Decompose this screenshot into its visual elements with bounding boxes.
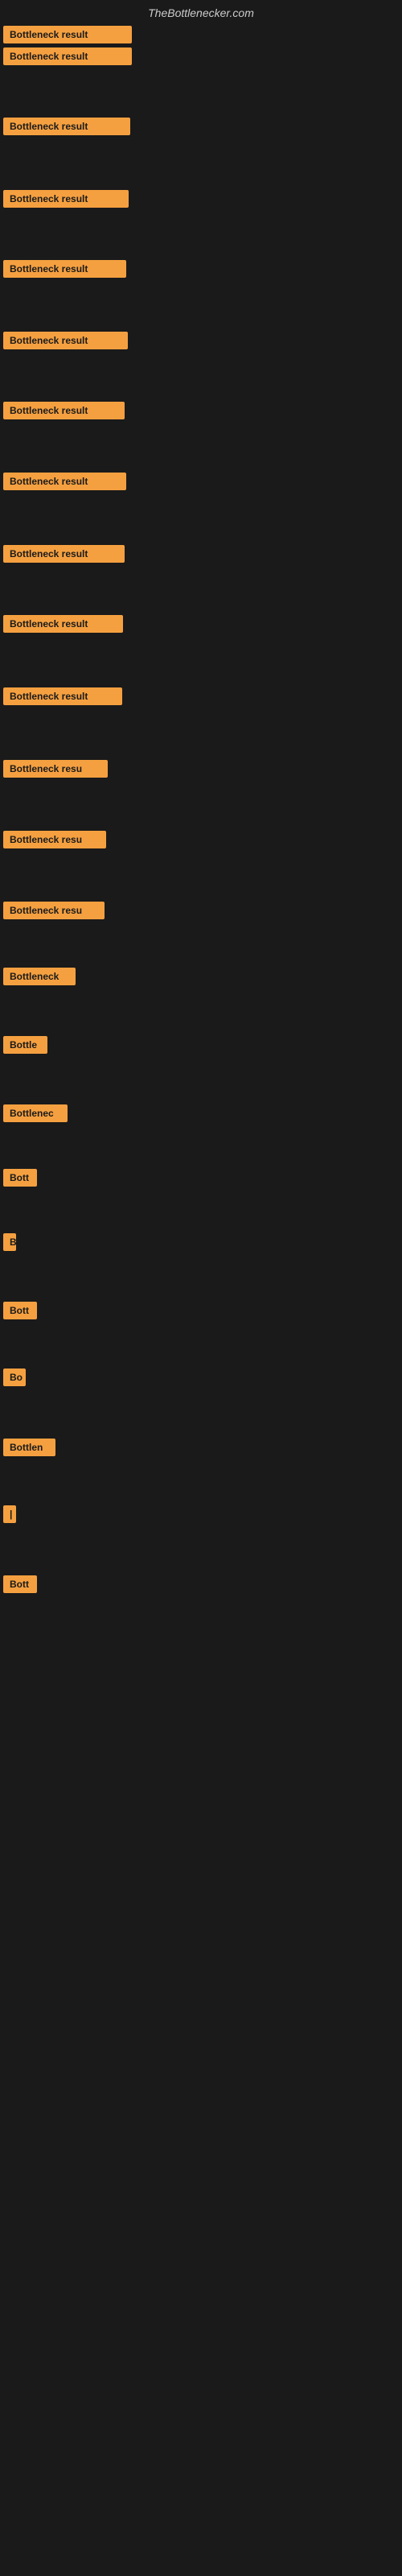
- bottleneck-badge-8[interactable]: Bottleneck result: [3, 473, 126, 490]
- bottleneck-badge-20[interactable]: Bott: [3, 1302, 37, 1319]
- bottleneck-item-19: B: [0, 1232, 19, 1257]
- bottleneck-badge-1[interactable]: Bottleneck result: [3, 26, 132, 43]
- bottleneck-item-20: Bott: [0, 1300, 40, 1325]
- bottleneck-badge-19[interactable]: B: [3, 1233, 16, 1251]
- bottleneck-item-7: Bottleneck result: [0, 400, 128, 425]
- bottleneck-badge-13[interactable]: Bottleneck resu: [3, 831, 106, 848]
- bottleneck-badge-11[interactable]: Bottleneck result: [3, 687, 122, 705]
- bottleneck-badge-14[interactable]: Bottleneck resu: [3, 902, 105, 919]
- bottleneck-item-2: Bottleneck result: [0, 46, 135, 71]
- bottleneck-badge-18[interactable]: Bott: [3, 1169, 37, 1187]
- bottleneck-badge-15[interactable]: Bottleneck: [3, 968, 76, 985]
- bottleneck-item-16: Bottle: [0, 1034, 51, 1059]
- bottleneck-badge-23[interactable]: |: [3, 1505, 16, 1523]
- bottleneck-badge-10[interactable]: Bottleneck result: [3, 615, 123, 633]
- bottleneck-badge-21[interactable]: Bo: [3, 1368, 26, 1386]
- bottleneck-item-14: Bottleneck resu: [0, 900, 108, 925]
- bottleneck-badge-17[interactable]: Bottlenec: [3, 1104, 68, 1122]
- bottleneck-badge-6[interactable]: Bottleneck result: [3, 332, 128, 349]
- bottleneck-item-5: Bottleneck result: [0, 258, 129, 283]
- bottleneck-badge-3[interactable]: Bottleneck result: [3, 118, 130, 135]
- bottleneck-badge-16[interactable]: Bottle: [3, 1036, 47, 1054]
- page-wrapper: TheBottlenecker.com Bottleneck resultBot…: [0, 0, 402, 2576]
- bottleneck-item-23: |: [0, 1504, 19, 1529]
- bottleneck-item-18: Bott: [0, 1167, 40, 1192]
- bottleneck-item-8: Bottleneck result: [0, 471, 129, 496]
- bottleneck-badge-2[interactable]: Bottleneck result: [3, 47, 132, 65]
- bottleneck-badge-24[interactable]: Bott: [3, 1575, 37, 1593]
- bottleneck-badge-9[interactable]: Bottleneck result: [3, 545, 125, 563]
- bottleneck-badge-5[interactable]: Bottleneck result: [3, 260, 126, 278]
- bottleneck-item-3: Bottleneck result: [0, 116, 133, 141]
- bottleneck-item-24: Bott: [0, 1574, 40, 1599]
- bottleneck-item-13: Bottleneck resu: [0, 829, 109, 854]
- bottleneck-item-11: Bottleneck result: [0, 686, 125, 711]
- bottleneck-badge-12[interactable]: Bottleneck resu: [3, 760, 108, 778]
- bottleneck-badge-22[interactable]: Bottlen: [3, 1439, 55, 1456]
- bottleneck-item-6: Bottleneck result: [0, 330, 131, 355]
- bottleneck-badge-7[interactable]: Bottleneck result: [3, 402, 125, 419]
- bottleneck-badge-4[interactable]: Bottleneck result: [3, 190, 129, 208]
- bottleneck-item-17: Bottlenec: [0, 1103, 71, 1128]
- bottleneck-item-10: Bottleneck result: [0, 613, 126, 638]
- bottleneck-item-22: Bottlen: [0, 1437, 59, 1462]
- bottleneck-item-15: Bottleneck: [0, 966, 79, 991]
- bottleneck-item-21: Bo: [0, 1367, 29, 1392]
- bottleneck-item-9: Bottleneck result: [0, 543, 128, 568]
- bottleneck-item-4: Bottleneck result: [0, 188, 132, 213]
- bottleneck-item-12: Bottleneck resu: [0, 758, 111, 783]
